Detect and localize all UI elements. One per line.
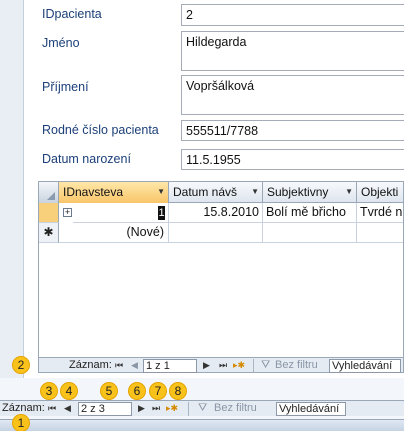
patient-form: IDpacienta 2 Jméno Hildegarda Příjmení V… (24, 0, 404, 378)
label-jmeno: Jméno (42, 36, 80, 50)
callout-marker: 5 (100, 382, 118, 400)
access-window: IDpacienta 2 Jméno Hildegarda Příjmení V… (0, 0, 404, 431)
filter-label[interactable]: Bez filtru (275, 358, 318, 373)
filter-icon[interactable]: ⛛ (261, 358, 270, 373)
first-record-icon[interactable]: ⏮ (115, 358, 123, 373)
record-label: Záznam: (69, 359, 112, 371)
expand-icon[interactable]: + (63, 208, 72, 217)
cell-datum[interactable]: 15.8.2010 (169, 203, 263, 223)
field-rodne-cislo[interactable]: 555511/7788 (181, 120, 404, 141)
status-bar (0, 419, 404, 431)
prev-record-icon[interactable]: ◀ (64, 401, 71, 416)
column-header-objektivny[interactable]: Objekti (357, 182, 403, 203)
new-record-icon[interactable]: ▸✱ (166, 401, 178, 416)
cell-new-subjektivny[interactable] (263, 223, 357, 243)
callout-marker: 1 (12, 414, 30, 431)
field-prijmeni[interactable]: Vopršálková (181, 75, 404, 115)
column-header-subjektivny[interactable]: Subjektivny ▼ (263, 182, 357, 203)
row-selector-current[interactable] (39, 203, 59, 223)
main-record-navigation: Záznam: ⏮ ◀ 2 z 3 ▶ ⏭ ▸✱ ⛛ Bez filtru Vy… (0, 400, 404, 416)
cell-objektivny[interactable]: Tvrdé n (357, 203, 403, 223)
filter-label[interactable]: Bez filtru (214, 401, 257, 416)
record-counter-input[interactable]: 1 z 1 (143, 359, 197, 373)
select-all-button[interactable] (39, 182, 59, 203)
prev-record-icon[interactable]: ◀ (131, 358, 138, 373)
field-datum-narozeni[interactable]: 11.5.1955 (181, 149, 404, 170)
dropdown-arrow-icon[interactable]: ▼ (345, 182, 353, 202)
callout-marker: 7 (149, 382, 167, 400)
cell-new-objektivny[interactable] (357, 223, 403, 243)
record-selector-strip[interactable] (0, 0, 24, 378)
cell-new-datum[interactable] (169, 223, 263, 243)
subform-record-navigation: Záznam: ⏮ ◀ 1 z 1 ▶ ⏭ ▸✱ ⛛ Bez filtru Vy… (38, 357, 404, 373)
callout-marker: 8 (169, 382, 187, 400)
last-record-icon[interactable]: ⏭ (219, 358, 227, 373)
dropdown-arrow-icon[interactable]: ▼ (251, 182, 259, 202)
label-idpacienta: IDpacienta (42, 7, 102, 21)
cell-new-record[interactable]: (Nové) (59, 223, 169, 243)
label-rodne-cislo: Rodné číslo pacienta (42, 123, 159, 137)
callout-marker: 2 (12, 356, 30, 374)
field-jmeno[interactable]: Hildegarda (181, 31, 404, 71)
column-header-label: Objekti (361, 185, 399, 199)
callout-marker: 6 (128, 382, 146, 400)
search-input[interactable]: Vyhledávání (276, 402, 346, 416)
datasheet-header: IDnavsteva ▼ Datum návš ▼ Subjektivny ▼ Obj… (39, 182, 403, 203)
separator (253, 359, 254, 373)
column-header-datum[interactable]: Datum návš ▼ (169, 182, 263, 203)
dropdown-arrow-icon[interactable]: ▼ (157, 182, 165, 202)
last-record-icon[interactable]: ⏭ (152, 401, 160, 416)
new-row-selector[interactable]: ✱ (39, 223, 59, 243)
column-header-label: Datum návš (173, 185, 238, 199)
label-datum-narozeni: Datum narození (42, 152, 131, 166)
next-record-icon[interactable]: ▶ (203, 358, 210, 373)
filter-icon[interactable]: ⛛ (198, 401, 207, 416)
label-prijmeni: Příjmení (42, 80, 89, 94)
record-counter-input[interactable]: 2 z 3 (78, 402, 132, 416)
callout-marker: 3 (40, 382, 58, 400)
cell-value: 1 (158, 206, 165, 220)
field-idpacienta[interactable]: 2 (181, 4, 404, 26)
first-record-icon[interactable]: ⏮ (48, 401, 56, 416)
new-record-icon[interactable]: ▸✱ (233, 358, 245, 373)
next-record-icon[interactable]: ▶ (138, 401, 145, 416)
callout-marker: 4 (60, 382, 78, 400)
search-input[interactable]: Vyhledávání (329, 359, 401, 373)
column-header-label: Subjektivny (267, 185, 329, 199)
separator (188, 402, 189, 416)
column-header-idnavsteva[interactable]: IDnavsteva ▼ (59, 182, 169, 203)
cell-idnavsteva[interactable]: 1 (73, 203, 169, 223)
column-header-label: IDnavsteva (63, 185, 124, 199)
visits-subform: IDnavsteva ▼ Datum návš ▼ Subjektivny ▼ Obj… (38, 181, 404, 359)
cell-subjektivny[interactable]: Bolí mě břicho (263, 203, 357, 223)
